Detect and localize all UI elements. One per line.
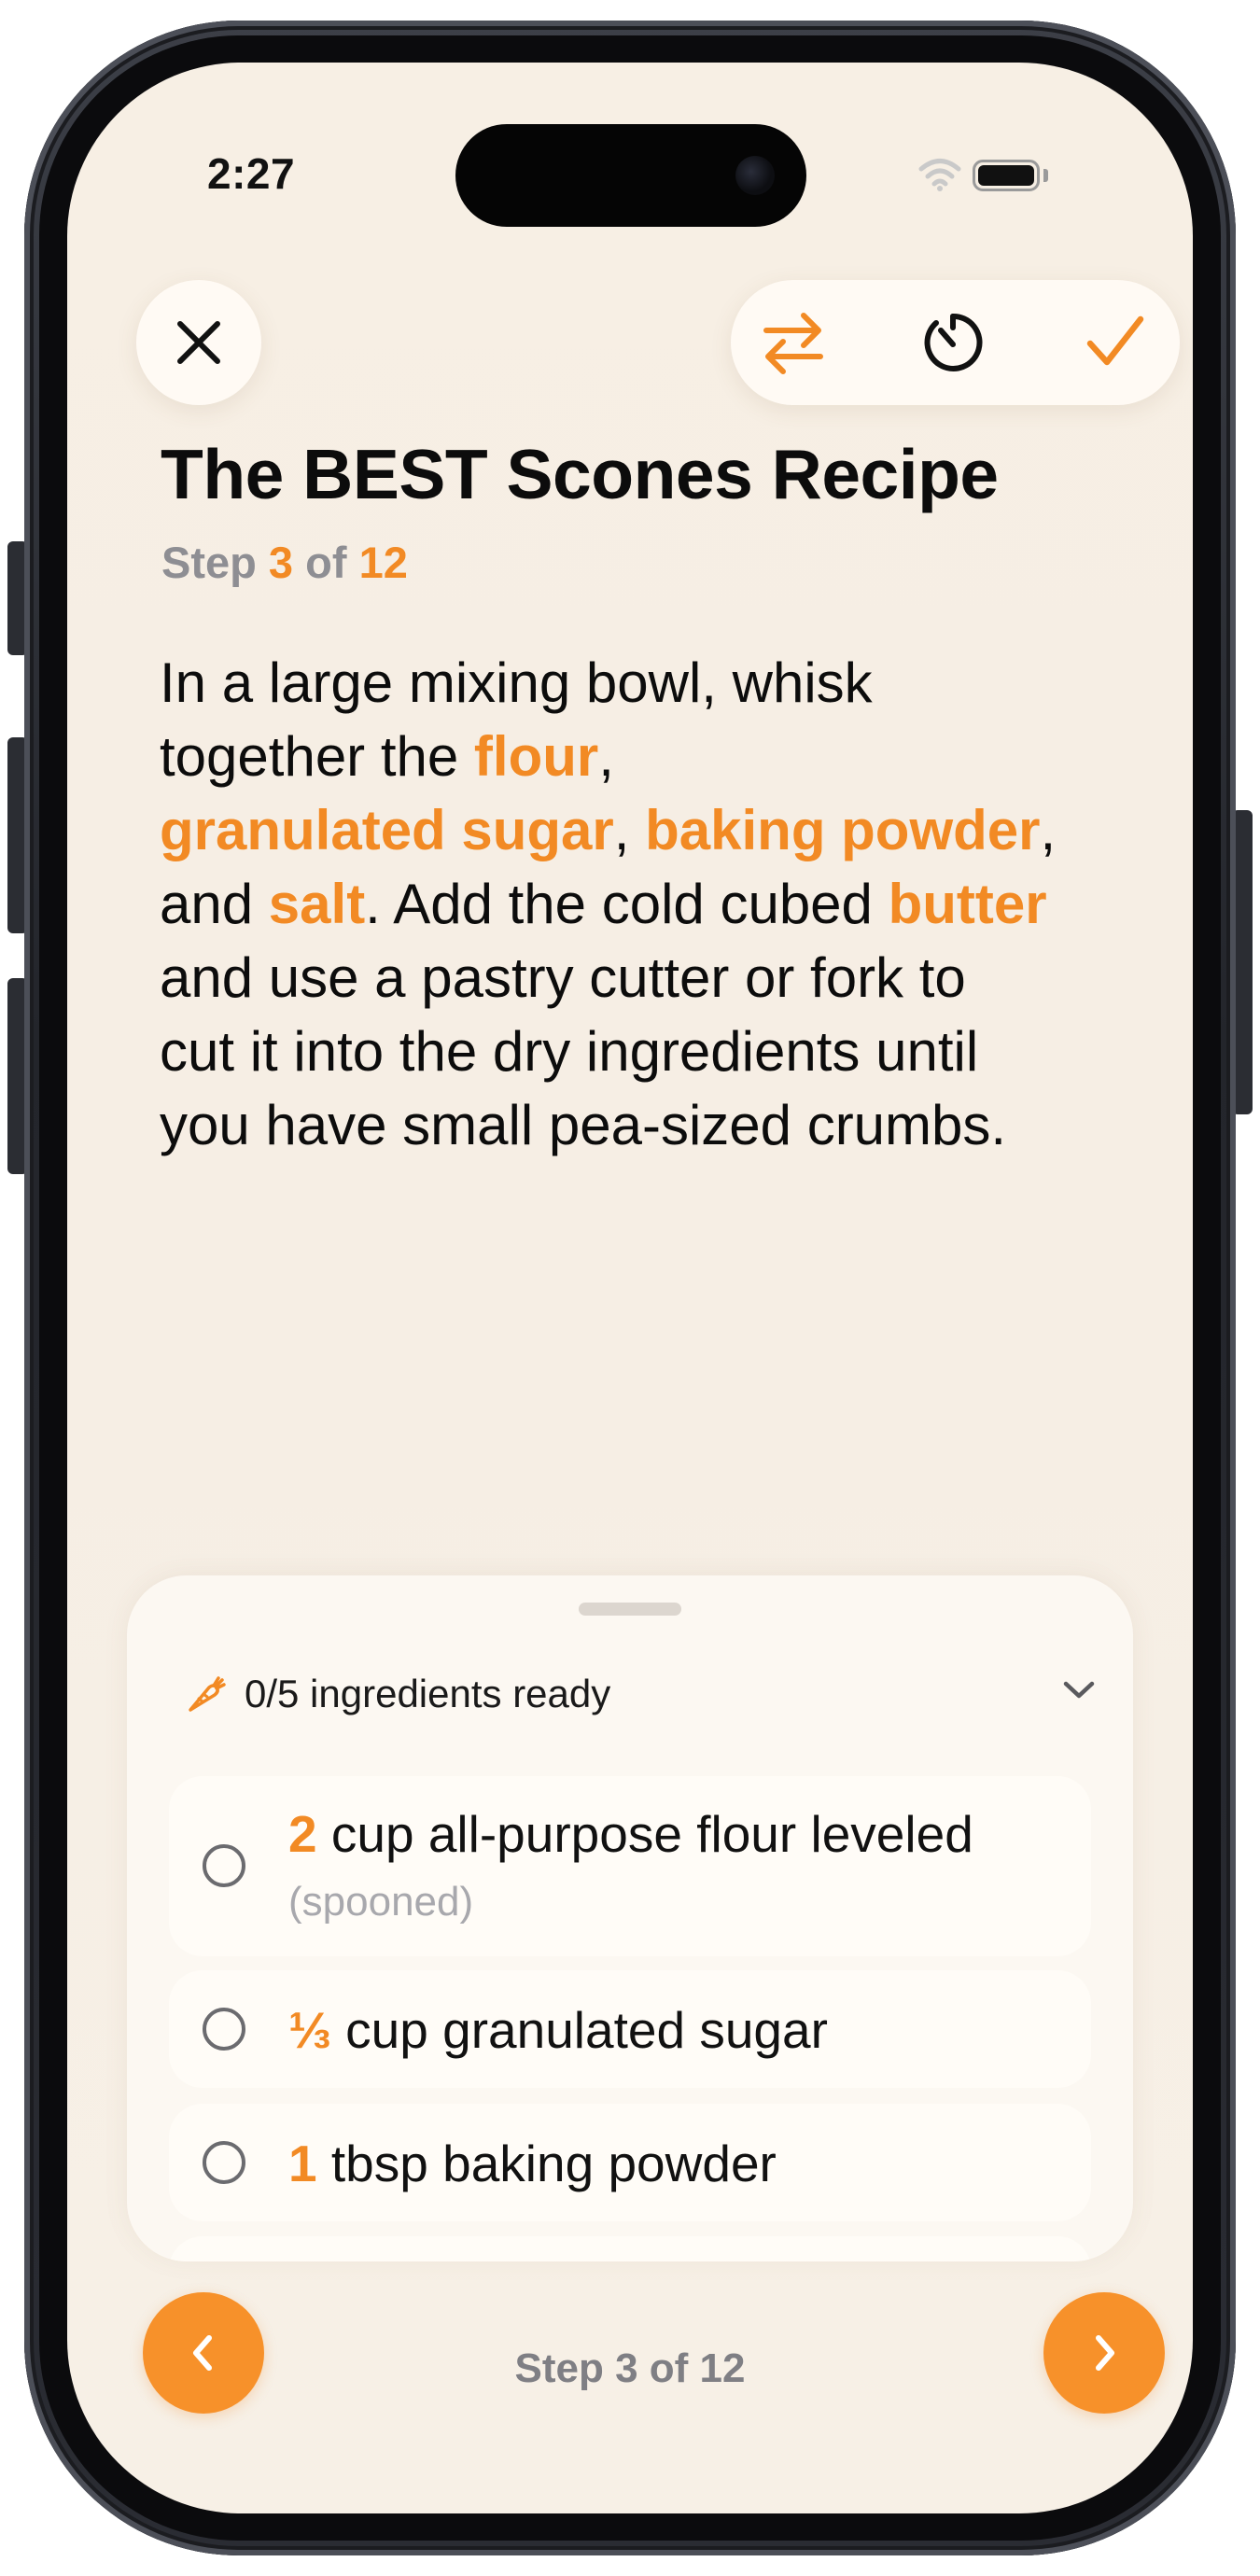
ingredient-note: (spooned) xyxy=(288,1879,474,1925)
instruction-line: together the flour, xyxy=(160,720,1177,793)
step-subtitle: Step 3 of 12 xyxy=(161,537,408,588)
instruction-text: and xyxy=(160,873,269,935)
ingredient-qty: 2 xyxy=(288,1805,317,1863)
ingredient-name: tbsp baking powder xyxy=(316,2135,777,2192)
close-icon xyxy=(177,321,220,364)
close-button[interactable] xyxy=(136,280,261,405)
ingredient-qty: ⅓ xyxy=(288,2001,331,2059)
ingredient-checkbox[interactable] xyxy=(203,2008,245,2051)
chevron-down-icon[interactable] xyxy=(1060,1676,1098,1707)
phone-frame: 2:27 The BEST Scones Recipe Step 3 of 12… xyxy=(24,21,1236,2555)
chevron-right-icon xyxy=(1096,2335,1114,2371)
carrot-icon xyxy=(185,1674,226,1720)
wifi-icon xyxy=(918,158,961,196)
status-time: 2:27 xyxy=(207,149,296,198)
ingredients-sheet: 0/5 ingredients ready 2 cup all-purpose … xyxy=(127,1575,1133,2261)
dynamic-island xyxy=(455,124,806,227)
instruction-text: cut it into the dry ingredients until xyxy=(160,1020,979,1083)
ingredient-row[interactable]: 1 tbsp baking powder xyxy=(169,2104,1091,2221)
ingredient-link-baking-powder[interactable]: baking powder xyxy=(645,799,1040,861)
instruction-line: and use a pastry cutter or fork to xyxy=(160,941,1177,1015)
checkmark-icon xyxy=(1086,315,1144,366)
instruction-text: . Add the cold cubed xyxy=(365,873,889,935)
battery-cap xyxy=(1043,169,1048,182)
swap-button[interactable] xyxy=(756,305,831,380)
ingredient-text: 1 tbsp baking powder xyxy=(288,2134,777,2193)
ingredient-qty: 1 xyxy=(288,2135,317,2192)
ingredient-row[interactable]: 2 cup all-purpose flour leveled (spooned… xyxy=(169,1776,1091,1956)
ingredient-name: cup all-purpose flour leveled xyxy=(316,1805,973,1863)
ingredient-text: ⅓ cup granulated sugar xyxy=(288,2000,828,2060)
recipe-title: The BEST Scones Recipe xyxy=(161,435,999,513)
step-instruction: In a large mixing bowl, whisk together t… xyxy=(160,646,1177,1162)
timer-button[interactable] xyxy=(916,305,990,380)
instruction-line: you have small pea-sized crumbs. xyxy=(160,1088,1177,1162)
ingredient-row[interactable]: ⅓ cup granulated sugar xyxy=(169,1970,1091,2088)
instruction-line: and salt. Add the cold cubed butter xyxy=(160,867,1177,941)
instruction-line: granulated sugar, baking powder, xyxy=(160,793,1177,867)
ingredient-link-sugar[interactable]: granulated sugar xyxy=(160,799,614,861)
ingredient-checkbox[interactable] xyxy=(203,1844,245,1887)
ingredient-text: 2 cup all-purpose flour leveled xyxy=(288,1804,973,1864)
instruction-text: together the xyxy=(160,725,474,788)
ingredient-name: cup granulated sugar xyxy=(330,2001,828,2059)
ingredient-row[interactable] xyxy=(169,2236,1091,2261)
battery-icon xyxy=(973,160,1040,191)
ingredient-link-butter[interactable]: butter xyxy=(889,873,1047,935)
sheet-grabber[interactable] xyxy=(579,1603,681,1616)
step-of: of xyxy=(305,538,347,587)
next-step-button[interactable] xyxy=(1043,2292,1165,2414)
step-total: 12 xyxy=(358,538,408,587)
instruction-text: , xyxy=(598,725,614,788)
instruction-text: and use a pastry cutter or fork to xyxy=(160,946,966,1009)
step-current: 3 xyxy=(268,538,294,587)
timer-icon xyxy=(924,313,983,371)
app-screen: 2:27 The BEST Scones Recipe Step 3 of 12… xyxy=(67,63,1193,2513)
instruction-text: , xyxy=(1040,799,1057,861)
ingredient-checkbox[interactable] xyxy=(203,2141,245,2184)
ingredient-link-salt[interactable]: salt xyxy=(269,873,365,935)
ingredient-link-flour[interactable]: flour xyxy=(474,725,598,788)
instruction-text: , xyxy=(613,799,646,861)
step-label: Step xyxy=(161,538,257,587)
footer-step-indicator: Step 3 of 12 xyxy=(514,2345,746,2391)
done-button[interactable] xyxy=(1078,305,1153,380)
ingredients-ready-count: 0/5 ingredients ready xyxy=(245,1672,611,1715)
recipe-toolbar xyxy=(731,280,1180,405)
instruction-text: you have small pea-sized crumbs. xyxy=(160,1094,1007,1156)
instruction-text: In a large mixing bowl, whisk xyxy=(160,651,873,714)
battery-level xyxy=(978,165,1034,186)
instruction-line: In a large mixing bowl, whisk xyxy=(160,646,1177,720)
instruction-line: cut it into the dry ingredients until xyxy=(160,1015,1177,1088)
swap-arrows-icon xyxy=(763,313,823,374)
front-camera xyxy=(735,156,775,195)
